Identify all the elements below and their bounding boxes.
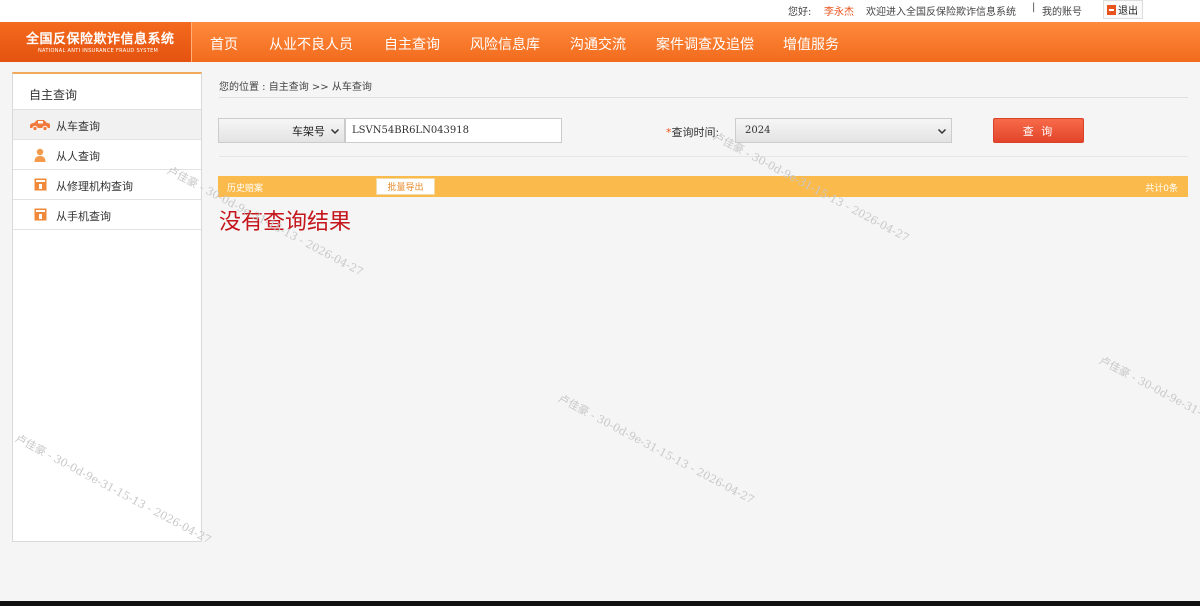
car-icon (30, 120, 50, 131)
logout-icon (1107, 4, 1116, 15)
query-type-select[interactable]: 车架号 (218, 118, 345, 143)
watermark: 卢佳豪 - 30-0d-9e-31-15-13 - 2026-04-27 (1096, 353, 1200, 469)
logout-button[interactable]: 退出 (1103, 0, 1143, 19)
nav-item-bad-practitioners[interactable]: 从业不良人员 (269, 34, 353, 54)
sidebar-item-vehicle-query[interactable]: 从车查询 (13, 110, 201, 140)
breadcrumb-divider (219, 97, 1188, 98)
logo-title-en: NATIONAL ANTI INSURANCE FRAUD SYSTEM (38, 48, 159, 54)
sidebar: 自主查询 从车查询 从人查询 从修理机构查询 从手机查询 (12, 72, 202, 542)
result-total-count: 共计0条 (1145, 184, 1178, 194)
nav-item-home[interactable]: 首页 (210, 34, 238, 54)
nav-item-case-investigation[interactable]: 案件调查及追偿 (656, 34, 754, 54)
nav-item-risk-database[interactable]: 风险信息库 (470, 34, 540, 54)
query-type-value: 车架号 (292, 124, 325, 138)
person-icon (34, 148, 46, 162)
greeting-text: 您好: (788, 7, 812, 18)
nav-item-communication[interactable]: 沟通交流 (570, 34, 626, 54)
sidebar-item-phone-query[interactable]: 从手机查询 (13, 200, 201, 230)
chevron-down-icon (330, 128, 340, 134)
breadcrumb: 您的位置 : 自主查询 >> 从车查询 (219, 82, 372, 93)
sidebar-item-label: 从手机查询 (56, 210, 111, 223)
form-divider (219, 156, 1188, 157)
bottom-edge (0, 601, 1200, 606)
query-year-value: 2024 (745, 125, 771, 136)
system-logo[interactable]: 全国反保险欺诈信息系统 NATIONAL ANTI INSURANCE FRAU… (0, 22, 192, 62)
chevron-down-icon (937, 128, 947, 134)
sidebar-heading: 自主查询 (13, 74, 201, 110)
sidebar-item-label: 从人查询 (56, 150, 100, 163)
logout-label: 退出 (1118, 6, 1138, 17)
main-nav: 全国反保险欺诈信息系统 NATIONAL ANTI INSURANCE FRAU… (0, 22, 1200, 62)
welcome-text: 欢迎进入全国反保险欺诈信息系统 (866, 7, 1016, 18)
result-header-bar: 历史赔案 批量导出 共计0条 (218, 176, 1188, 197)
history-claims-label: 历史赔案 (227, 184, 264, 194)
nav-item-self-query[interactable]: 自主查询 (384, 34, 440, 54)
sidebar-item-label: 从车查询 (56, 120, 100, 133)
logo-title-cn: 全国反保险欺诈信息系统 (26, 32, 175, 47)
batch-export-button[interactable]: 批量导出 (376, 178, 435, 195)
query-button[interactable]: 查 询 (993, 118, 1084, 143)
query-year-select[interactable]: 2024 (735, 118, 952, 143)
top-bar: 您好: 李永杰 欢迎进入全国反保险欺诈信息系统 | 我的账号 退出 (0, 0, 1200, 22)
vin-input[interactable] (345, 118, 562, 143)
topbar-separator: | (1032, 2, 1036, 13)
phone-icon (34, 208, 47, 221)
sidebar-item-label: 从修理机构查询 (56, 180, 133, 193)
nav-item-value-added[interactable]: 增值服务 (783, 34, 839, 54)
username-text: 李永杰 (824, 7, 854, 18)
watermark: 卢佳豪 - 30-0d-9e-31-15-13 - 2026-04-27 (555, 391, 757, 507)
repair-shop-icon (34, 178, 47, 191)
query-time-label: *查询时间: (666, 124, 719, 140)
my-account-link[interactable]: 我的账号 (1042, 3, 1082, 18)
